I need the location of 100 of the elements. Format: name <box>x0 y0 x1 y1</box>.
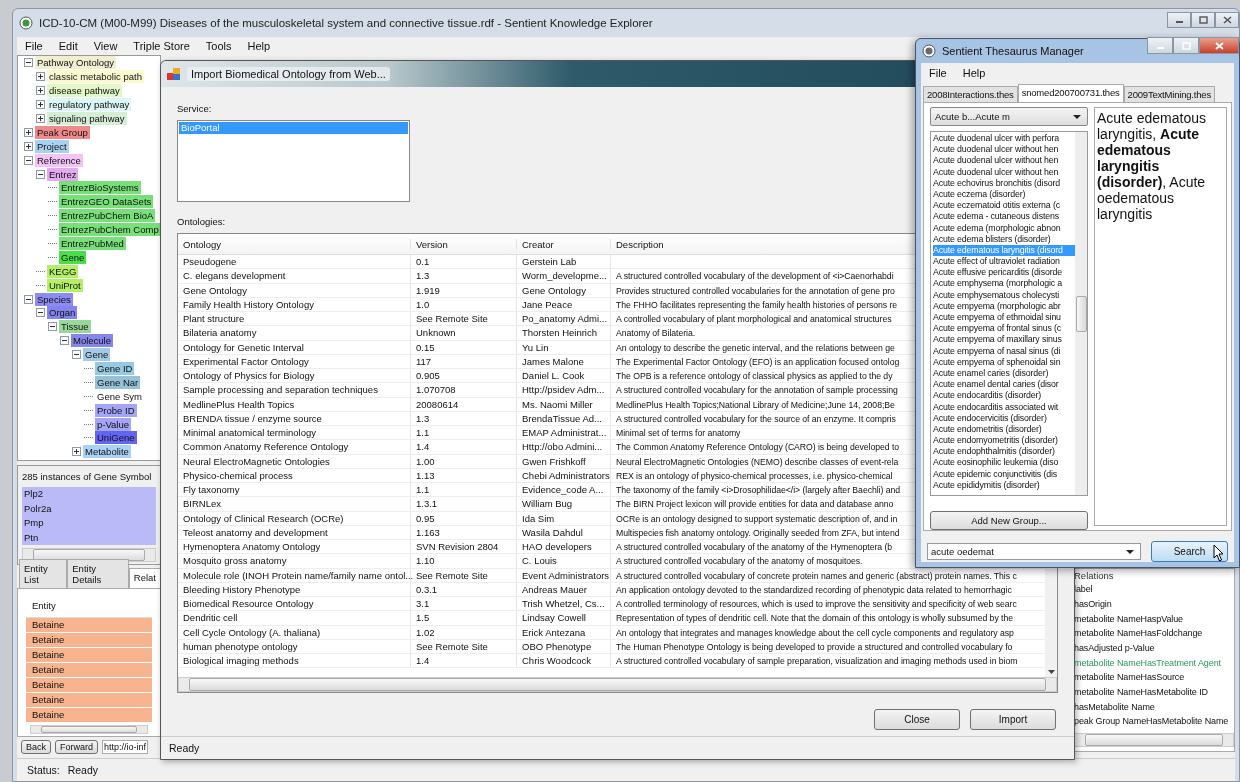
column-header[interactable]: Description <box>611 238 664 250</box>
close-button[interactable] <box>1215 12 1239 28</box>
scrollbar[interactable] <box>1075 132 1087 495</box>
list-item[interactable]: Acute emphysema (morphologic a <box>933 278 1075 290</box>
list-item[interactable]: Acute epididymitis (disorder) <box>933 479 1075 491</box>
list-item[interactable]: metabolite NameHasSource <box>1074 670 1185 685</box>
tree-item[interactable]: EntrezGEO DataSets <box>59 195 154 209</box>
list-item[interactable]: Acute duodenal ulcer without hen <box>933 166 1075 178</box>
expand-icon[interactable] <box>24 127 33 137</box>
tree-item[interactable]: Entrez <box>47 167 79 181</box>
list-item[interactable]: Acute eosinophilic leukemia (diso <box>933 457 1075 469</box>
tree-item[interactable]: Probe ID <box>95 403 137 417</box>
tree-item[interactable]: Reference <box>35 153 83 167</box>
list-item[interactable]: Acute empyema (morphologic abr <box>933 300 1075 312</box>
list-item[interactable]: Acute echovirus bronchitis (disord <box>933 177 1075 189</box>
tree-item[interactable]: Gene Sym <box>95 389 144 403</box>
scrollbar[interactable] <box>1074 733 1234 747</box>
list-item[interactable]: Acute effusive pericarditis (disorde <box>933 267 1075 279</box>
tree-item[interactable]: regulatory pathway <box>47 98 132 112</box>
collapse-icon[interactable] <box>72 350 81 360</box>
search-button[interactable]: Search <box>1151 541 1228 562</box>
add-group-button[interactable]: Add New Group... <box>930 511 1088 530</box>
list-item[interactable]: metabolite NameHaspValue <box>1074 611 1183 627</box>
maximize-button[interactable] <box>1191 12 1215 28</box>
collapse-icon[interactable] <box>24 294 33 304</box>
list-item[interactable]: hasMetabolite Name <box>1074 699 1155 715</box>
tree-item[interactable]: Gene Nar <box>95 375 141 389</box>
minimize-button[interactable] <box>1167 12 1191 28</box>
expand-icon[interactable] <box>36 100 45 110</box>
tab[interactable]: 2009TextMining.thes <box>1123 86 1215 102</box>
list-item[interactable]: Acute empyema of maxillary sinus <box>933 334 1075 346</box>
list-item[interactable]: Acute duodenal ulcer without hen <box>933 155 1075 167</box>
tree-item[interactable]: EntrezBioSystems <box>59 181 141 195</box>
url-field[interactable]: http://io-inf <box>102 740 149 754</box>
tree-item[interactable]: Gene <box>83 348 111 362</box>
menu-item[interactable]: Edit <box>50 38 86 54</box>
list-item[interactable]: Acute endocervicitis (disorder) <box>933 412 1075 424</box>
list-item[interactable]: Acute empyema of sphenoidal sin <box>933 356 1075 368</box>
list-item[interactable]: Acute duodenal ulcer with perfora <box>933 133 1075 145</box>
tree-item[interactable]: Gene ID <box>95 362 135 376</box>
tab[interactable]: Entity Details <box>67 559 129 588</box>
menu-item[interactable]: View <box>85 38 126 54</box>
list-item[interactable]: Acute enamel caries (disorder) <box>933 367 1075 380</box>
column-header[interactable]: Creator <box>517 238 611 250</box>
close-button[interactable] <box>1199 37 1239 54</box>
scrollbar[interactable] <box>30 725 148 734</box>
expand-icon[interactable] <box>36 72 45 82</box>
tab[interactable]: Entity List <box>19 559 68 588</box>
list-item[interactable]: Acute endocarditis associated wit <box>933 401 1075 413</box>
tree-item[interactable]: UniProt <box>47 278 83 292</box>
list-item[interactable]: Acute empyema of frontal sinus (c <box>933 323 1075 335</box>
list-item[interactable]: Acute duodenal ulcer without hen <box>933 144 1075 156</box>
list-item[interactable]: hasAdjusted p-Value <box>1074 640 1155 656</box>
tree-item[interactable]: EntrezPubChem Comp <box>59 223 160 237</box>
list-item[interactable]: Acute epidemic conjunctivitis (dis <box>933 468 1075 480</box>
tree-item[interactable]: Pathway Ontology <box>35 56 117 70</box>
range-dropdown[interactable]: Acute b...Acute m <box>930 107 1088 126</box>
list-item[interactable]: Acute eczema (disorder) <box>933 188 1075 201</box>
tree-item[interactable]: Species <box>35 292 73 306</box>
list-item[interactable]: Plp2 <box>22 487 156 502</box>
tree-item[interactable]: UniGene <box>95 431 137 445</box>
list-item[interactable]: Acute endometritis (disorder) <box>933 423 1075 436</box>
list-item[interactable]: Acute edema - cutaneous distens <box>933 211 1075 223</box>
dialog-button[interactable]: Import <box>970 709 1056 730</box>
tree-item[interactable]: classic metabolic path <box>47 70 144 84</box>
menu-item[interactable]: File <box>921 65 955 82</box>
dialog-button[interactable]: Close <box>874 709 960 730</box>
forward-button[interactable]: Forward <box>55 740 99 754</box>
list-item[interactable]: metabolite NameHasMetabolite ID <box>1074 684 1208 700</box>
list-item[interactable]: Acute endomyometritis (disorder) <box>933 435 1075 447</box>
list-item[interactable]: Acute endocarditis (disorder) <box>933 390 1075 402</box>
menu-item[interactable]: Help <box>954 65 994 82</box>
list-item[interactable]: Acute enamel dental caries (disor <box>933 379 1075 391</box>
tree-item[interactable]: EntrezPubMed <box>59 237 126 250</box>
menu-item[interactable]: Triple Store <box>125 38 198 54</box>
list-item[interactable]: Acute eczematoid otitis externa (c <box>933 200 1075 212</box>
maximize-button[interactable] <box>1173 37 1199 54</box>
tree-item[interactable]: Metabolite <box>83 445 131 459</box>
tree-item[interactable]: Organ <box>47 306 78 320</box>
list-item[interactable]: Acute empyema of ethmoidal sinu <box>933 312 1075 324</box>
collapse-icon[interactable] <box>48 322 57 332</box>
collapse-icon[interactable] <box>36 308 45 318</box>
list-item[interactable]: Acute effect of ultraviolet radiation <box>933 256 1075 268</box>
list-item[interactable]: Acute edema blisters (disorder) <box>933 233 1075 245</box>
expand-icon[interactable] <box>72 447 81 457</box>
list-item[interactable]: hasOrigin <box>1074 596 1112 612</box>
list-item[interactable]: Pmp <box>22 516 156 531</box>
scrollbar[interactable] <box>178 677 1057 692</box>
menu-item[interactable]: Help <box>239 38 279 54</box>
tree-item[interactable]: Peak Group <box>35 125 90 139</box>
collapse-icon[interactable] <box>24 58 33 68</box>
minimize-button[interactable] <box>1147 37 1173 54</box>
collapse-icon[interactable] <box>36 169 45 179</box>
list-item[interactable]: peak Group NameHasMetabolite Name <box>1074 714 1229 729</box>
menu-item[interactable]: File <box>17 38 51 54</box>
tab[interactable]: snomed200700731.thes <box>1017 84 1124 102</box>
list-item[interactable]: Acute endophthalmitis (disorder) <box>933 446 1075 458</box>
tree-item[interactable]: KEGG <box>47 264 79 278</box>
tree-item[interactable]: EntrezPubChem BioA <box>59 209 156 223</box>
tree-item[interactable]: Gene <box>59 250 87 264</box>
